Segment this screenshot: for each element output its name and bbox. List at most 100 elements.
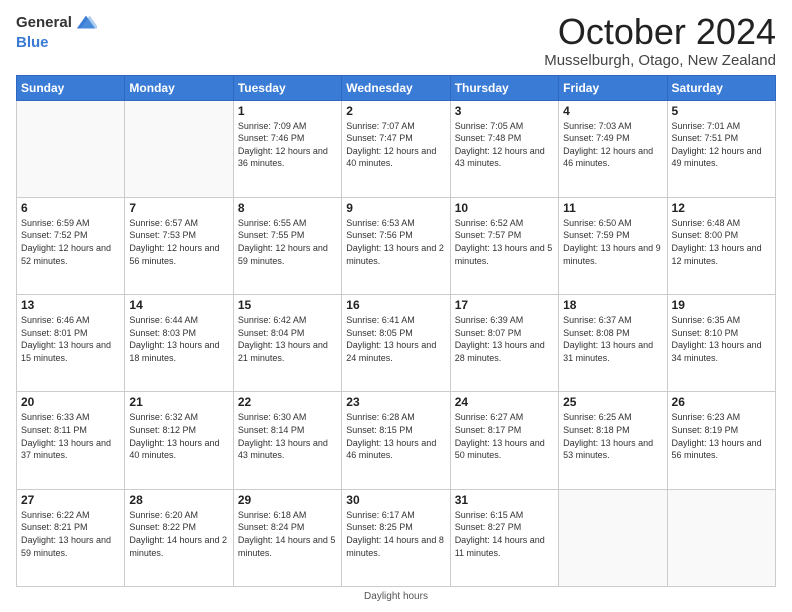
day-number: 4 [563,104,662,118]
calendar-cell: 14 Sunrise: 6:44 AMSunset: 8:03 PMDayligh… [125,295,233,392]
day-info: Sunrise: 7:03 AMSunset: 7:49 PMDaylight:… [563,120,662,170]
calendar-cell: 4 Sunrise: 7:03 AMSunset: 7:49 PMDaylight… [559,100,667,197]
calendar-cell: 25Sunrise: 6:25 AMSunset: 8:18 PMDayligh… [559,392,667,489]
location: Musselburgh, Otago, New Zealand [544,52,776,69]
calendar-cell: 28 Sunrise: 6:20 AMSunset: 8:22 PMDayligh… [125,489,233,586]
calendar-cell: 22 Sunrise: 6:30 AMSunset: 8:14 PMDayligh… [233,392,341,489]
calendar-cell: 1 Sunrise: 7:09 AMSunset: 7:46 PMDaylight… [233,100,341,197]
calendar-cell: 5Sunrise: 7:01 AMSunset: 7:51 PMDaylight… [667,100,775,197]
calendar-cell: 9 Sunrise: 6:53 AMSunset: 7:56 PMDaylight… [342,197,450,294]
day-number: 17 [455,298,554,312]
day-number: 27 [21,493,120,507]
logo-general: General [16,15,72,32]
day-info: Sunrise: 6:18 AMSunset: 8:24 PMDaylight:… [238,509,337,559]
day-info: Sunrise: 6:20 AMSunset: 8:22 PMDaylight:… [129,509,228,559]
day-info: Sunrise: 6:30 AMSunset: 8:14 PMDaylight:… [238,411,337,461]
logo-blue: Blue [16,34,49,51]
day-number: 20 [21,395,120,409]
calendar-header-tuesday: Tuesday [233,75,341,100]
day-number: 7 [129,201,228,215]
day-number: 19 [672,298,771,312]
day-info: Sunrise: 6:22 AMSunset: 8:21 PMDaylight:… [21,509,120,559]
calendar-week-2: 6 Sunrise: 6:59 AMSunset: 7:52 PMDaylight… [17,197,776,294]
day-info: Sunrise: 6:52 AMSunset: 7:57 PMDaylight:… [455,217,554,267]
calendar-cell: 13 Sunrise: 6:46 AMSunset: 8:01 PMDayligh… [17,295,125,392]
day-info: Sunrise: 6:37 AMSunset: 8:08 PMDaylight:… [563,314,662,364]
calendar-week-5: 27 Sunrise: 6:22 AMSunset: 8:21 PMDayligh… [17,489,776,586]
day-number: 18 [563,298,662,312]
calendar-cell [559,489,667,586]
calendar-cell: 29 Sunrise: 6:18 AMSunset: 8:24 PMDayligh… [233,489,341,586]
calendar-header-row: SundayMondayTuesdayWednesdayThursdayFrid… [17,75,776,100]
day-number: 14 [129,298,228,312]
calendar-cell: 3 Sunrise: 7:05 AMSunset: 7:48 PMDaylight… [450,100,558,197]
day-info: Sunrise: 6:57 AMSunset: 7:53 PMDaylight:… [129,217,228,267]
day-number: 28 [129,493,228,507]
calendar-week-4: 20 Sunrise: 6:33 AMSunset: 8:11 PMDayligh… [17,392,776,489]
calendar-week-3: 13 Sunrise: 6:46 AMSunset: 8:01 PMDayligh… [17,295,776,392]
calendar-cell: 26 Sunrise: 6:23 AMSunset: 8:19 PMDayligh… [667,392,775,489]
calendar-cell [17,100,125,197]
day-info: Sunrise: 7:05 AMSunset: 7:48 PMDaylight:… [455,120,554,170]
title-block: October 2024 Musselburgh, Otago, New Zea… [544,12,776,69]
day-info: Sunrise: 6:44 AMSunset: 8:03 PMDaylight:… [129,314,228,364]
day-info: Sunrise: 7:09 AMSunset: 7:46 PMDaylight:… [238,120,337,170]
day-number: 9 [346,201,445,215]
day-info: Sunrise: 6:55 AMSunset: 7:55 PMDaylight:… [238,217,337,267]
page: General Blue October 2024 Musselburgh, O… [0,0,792,612]
day-number: 26 [672,395,771,409]
calendar-cell: 21Sunrise: 6:32 AMSunset: 8:12 PMDayligh… [125,392,233,489]
day-number: 31 [455,493,554,507]
day-number: 25 [563,395,662,409]
calendar-cell: 17 Sunrise: 6:39 AMSunset: 8:07 PMDayligh… [450,295,558,392]
footer-note: Daylight hours [16,591,776,602]
day-info: Sunrise: 6:53 AMSunset: 7:56 PMDaylight:… [346,217,445,267]
day-number: 15 [238,298,337,312]
calendar-cell: 31 Sunrise: 6:15 AMSunset: 8:27 PMDayligh… [450,489,558,586]
day-info: Sunrise: 6:33 AMSunset: 8:11 PMDaylight:… [21,411,120,461]
month-title: October 2024 [544,12,776,52]
day-info: Sunrise: 6:59 AMSunset: 7:52 PMDaylight:… [21,217,120,267]
day-number: 3 [455,104,554,118]
calendar-header-friday: Friday [559,75,667,100]
calendar-cell: 16Sunrise: 6:41 AMSunset: 8:05 PMDayligh… [342,295,450,392]
header: General Blue October 2024 Musselburgh, O… [16,12,776,69]
day-number: 24 [455,395,554,409]
day-number: 11 [563,201,662,215]
calendar-cell [125,100,233,197]
day-info: Sunrise: 6:39 AMSunset: 8:07 PMDaylight:… [455,314,554,364]
calendar-header-monday: Monday [125,75,233,100]
logo: General Blue [16,12,97,52]
day-info: Sunrise: 6:28 AMSunset: 8:15 PMDaylight:… [346,411,445,461]
day-info: Sunrise: 6:15 AMSunset: 8:27 PMDaylight:… [455,509,554,559]
calendar-cell: 11 Sunrise: 6:50 AMSunset: 7:59 PMDayligh… [559,197,667,294]
calendar-cell: 24Sunrise: 6:27 AMSunset: 8:17 PMDayligh… [450,392,558,489]
day-number: 10 [455,201,554,215]
day-number: 13 [21,298,120,312]
day-info: Sunrise: 6:48 AMSunset: 8:00 PMDaylight:… [672,217,771,267]
calendar-header-wednesday: Wednesday [342,75,450,100]
day-info: Sunrise: 6:32 AMSunset: 8:12 PMDaylight:… [129,411,228,461]
calendar-cell: 15 Sunrise: 6:42 AMSunset: 8:04 PMDayligh… [233,295,341,392]
day-number: 1 [238,104,337,118]
day-number: 6 [21,201,120,215]
day-info: Sunrise: 6:23 AMSunset: 8:19 PMDaylight:… [672,411,771,461]
calendar-cell: 12 Sunrise: 6:48 AMSunset: 8:00 PMDayligh… [667,197,775,294]
calendar-cell: 23Sunrise: 6:28 AMSunset: 8:15 PMDayligh… [342,392,450,489]
calendar-week-1: 1 Sunrise: 7:09 AMSunset: 7:46 PMDaylight… [17,100,776,197]
calendar-cell: 27 Sunrise: 6:22 AMSunset: 8:21 PMDayligh… [17,489,125,586]
day-info: Sunrise: 6:50 AMSunset: 7:59 PMDaylight:… [563,217,662,267]
calendar-cell: 8Sunrise: 6:55 AMSunset: 7:55 PMDaylight… [233,197,341,294]
calendar-cell: 30Sunrise: 6:17 AMSunset: 8:25 PMDayligh… [342,489,450,586]
day-info: Sunrise: 6:42 AMSunset: 8:04 PMDaylight:… [238,314,337,364]
day-number: 22 [238,395,337,409]
day-info: Sunrise: 6:41 AMSunset: 8:05 PMDaylight:… [346,314,445,364]
calendar-cell: 6 Sunrise: 6:59 AMSunset: 7:52 PMDaylight… [17,197,125,294]
day-number: 12 [672,201,771,215]
day-info: Sunrise: 6:46 AMSunset: 8:01 PMDaylight:… [21,314,120,364]
calendar-header-thursday: Thursday [450,75,558,100]
calendar-cell: 18 Sunrise: 6:37 AMSunset: 8:08 PMDayligh… [559,295,667,392]
calendar-cell: 19Sunrise: 6:35 AMSunset: 8:10 PMDayligh… [667,295,775,392]
day-number: 29 [238,493,337,507]
day-info: Sunrise: 7:07 AMSunset: 7:47 PMDaylight:… [346,120,445,170]
